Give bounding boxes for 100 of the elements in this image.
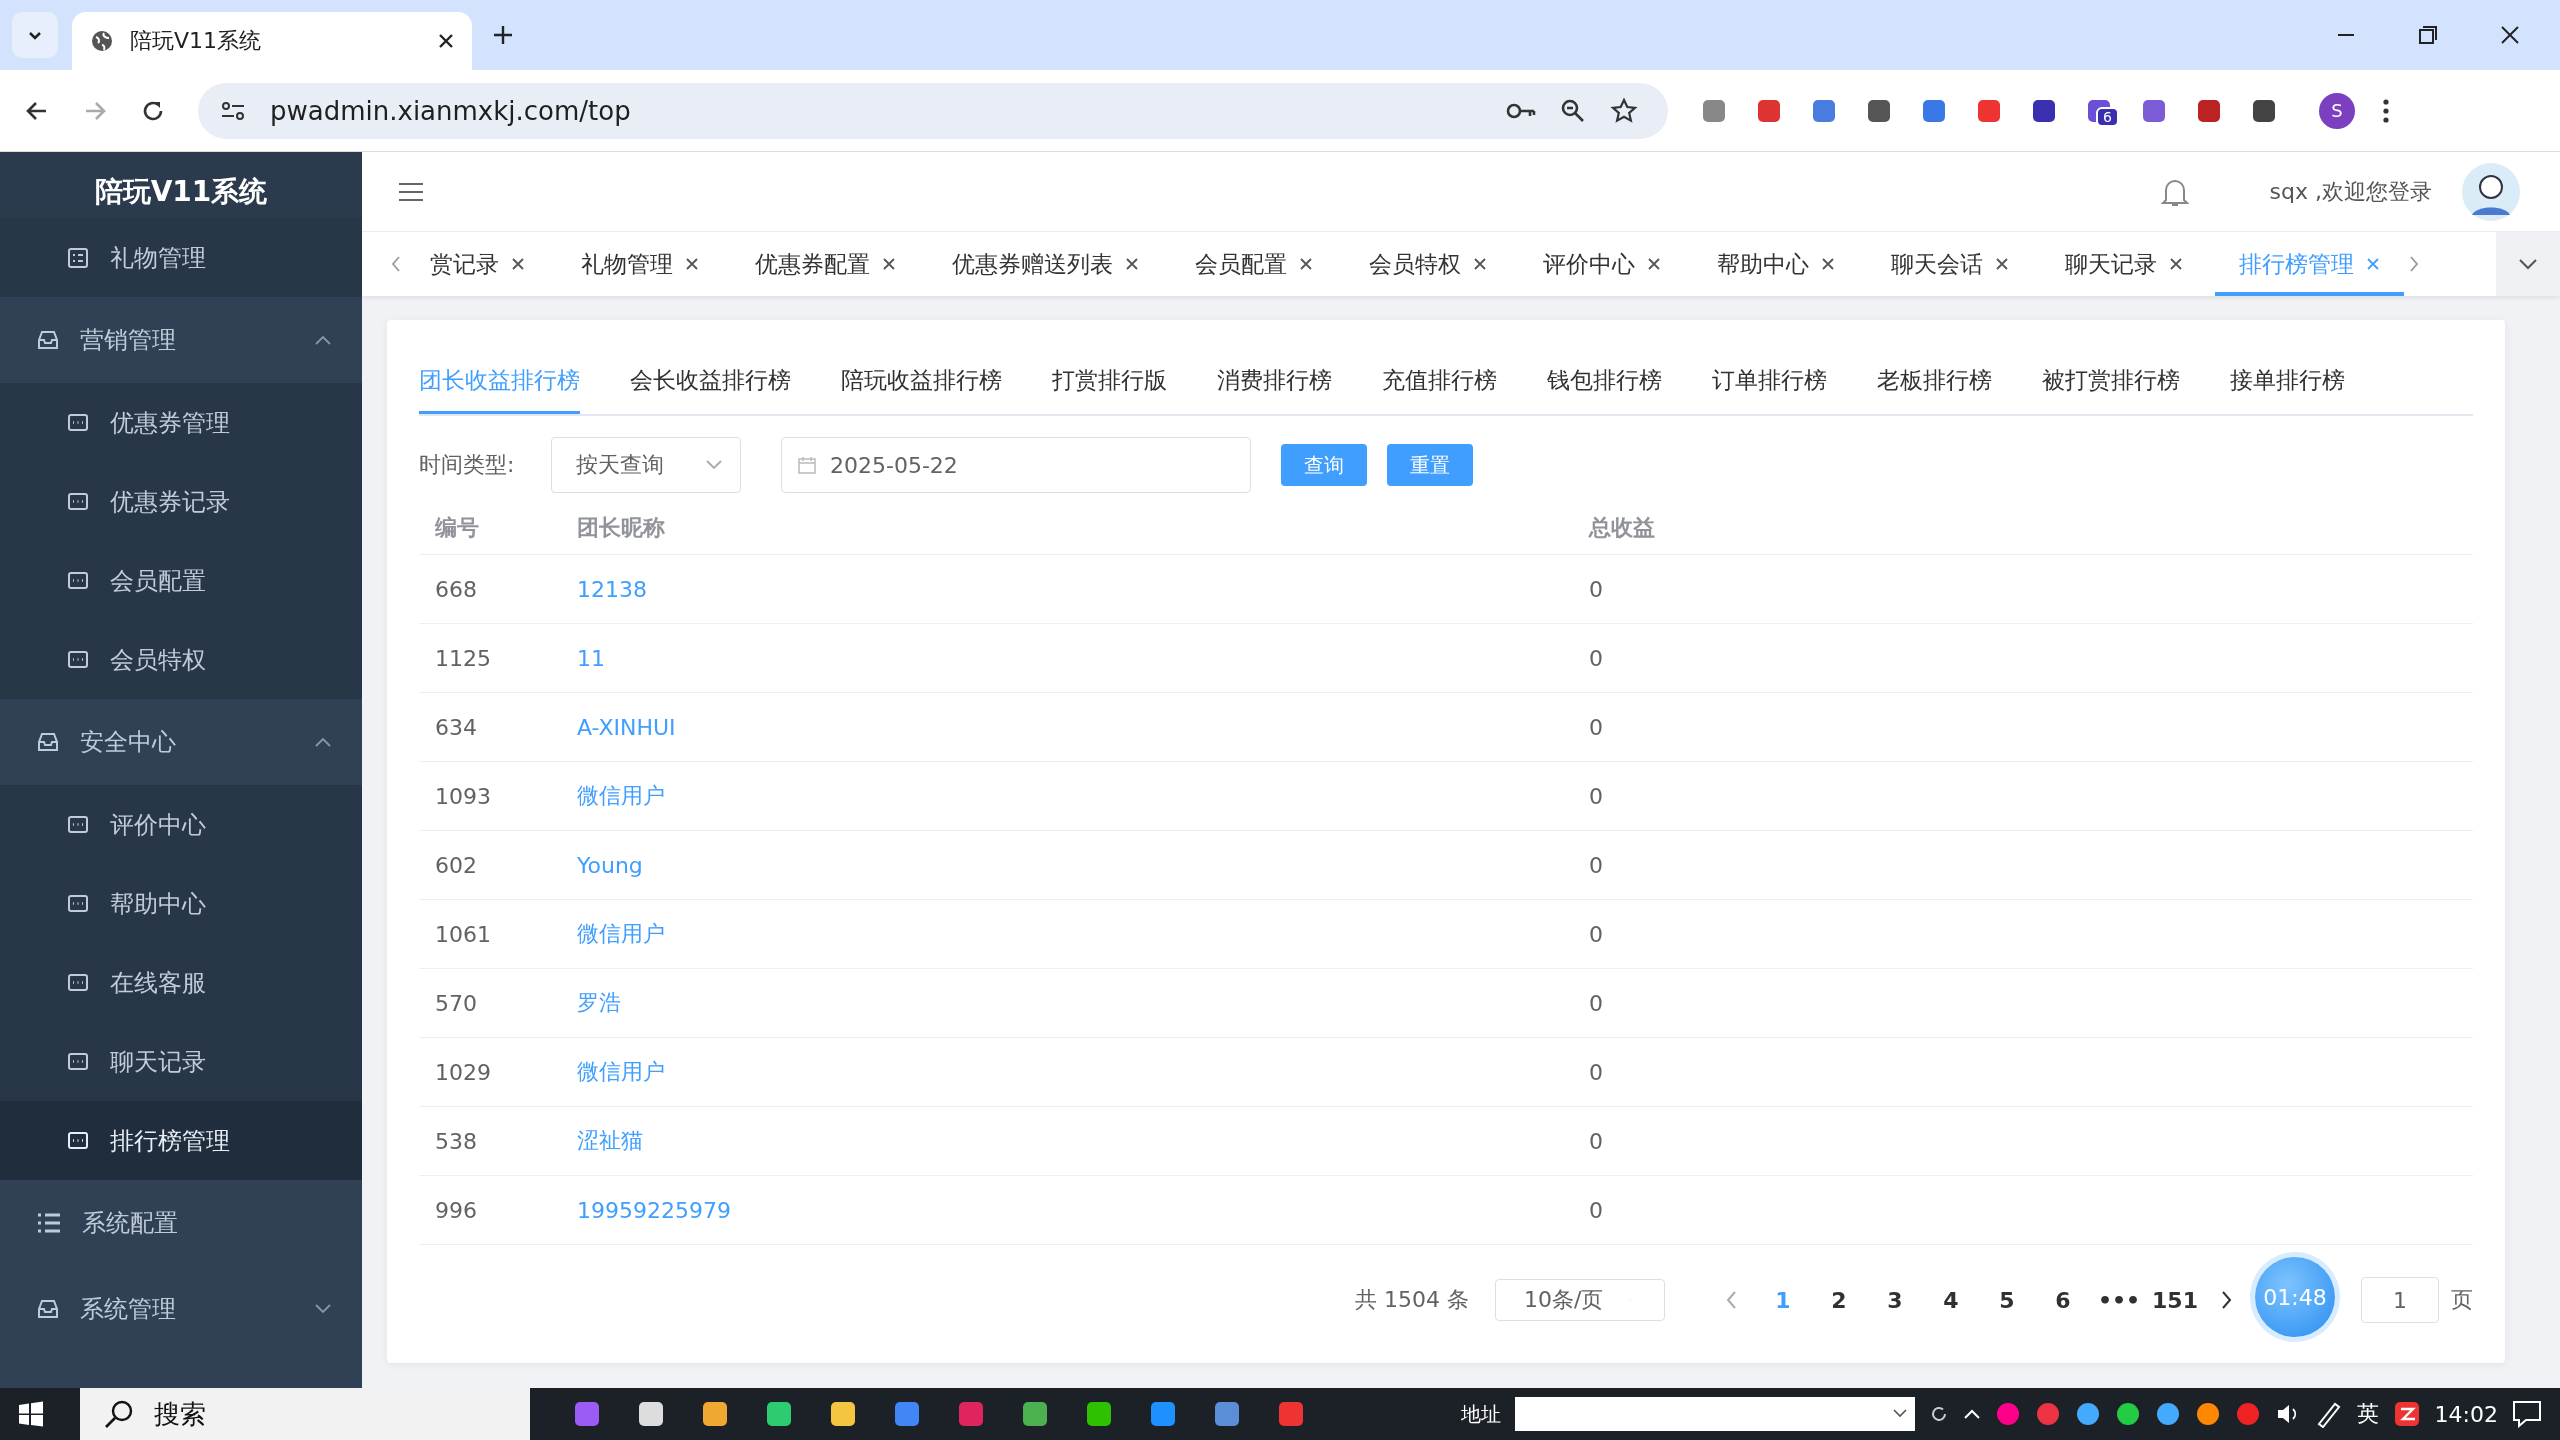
ranking-tab[interactable]: 钱包排行榜 [1547, 350, 1662, 414]
close-icon[interactable] [2169, 257, 2183, 271]
page-tab[interactable]: 会员特权 [1345, 232, 1511, 296]
page-tab[interactable]: 赏记录 [406, 232, 549, 296]
page-number[interactable]: 2 [1811, 1287, 1867, 1313]
ranking-tab[interactable]: 充值排行榜 [1382, 350, 1497, 414]
app-icon[interactable] [828, 1399, 858, 1429]
page-number[interactable]: 5 [1979, 1287, 2035, 1313]
input-method-icon[interactable] [2392, 1400, 2421, 1428]
page-tab[interactable]: 聊天记录 [2041, 232, 2207, 296]
browser-tab[interactable]: 陪玩V11系统 [72, 12, 472, 70]
avatar-icon[interactable] [2462, 162, 2520, 221]
profile-avatar[interactable]: S [2319, 92, 2355, 129]
chevron-down-icon [1892, 1409, 1907, 1419]
input-method-indicator[interactable]: 英 [2356, 1399, 2379, 1429]
close-icon[interactable] [2500, 25, 2520, 45]
sidebar-item[interactable]: 优惠券管理 [0, 383, 362, 462]
ranking-tab[interactable]: 订单排行榜 [1712, 350, 1827, 414]
sidebar-item[interactable]: 会员配置 [0, 541, 362, 620]
ranking-tab[interactable]: 陪玩收益排行榜 [841, 350, 1002, 414]
close-icon[interactable] [882, 257, 896, 271]
tray-icon[interactable] [2194, 1401, 2221, 1427]
list-icon [66, 245, 90, 270]
page-number[interactable]: ••• [2091, 1287, 2147, 1313]
close-icon[interactable] [685, 257, 699, 271]
tray-icon[interactable] [2154, 1401, 2181, 1427]
table-cell: 0 [1573, 1106, 2473, 1176]
close-icon[interactable] [1821, 257, 1835, 271]
new-tab-icon[interactable] [492, 24, 514, 46]
page-number[interactable]: 6 [2035, 1287, 2091, 1313]
close-icon[interactable] [511, 257, 525, 271]
page-number[interactable]: 151 [2147, 1287, 2203, 1313]
page-jump-field[interactable]: 1 [2361, 1277, 2439, 1323]
zoom-icon[interactable] [1560, 97, 1586, 124]
close-icon[interactable] [1647, 257, 1661, 271]
tray-icon[interactable] [2074, 1401, 2101, 1427]
page-tab[interactable]: 评价中心 [1519, 232, 1685, 296]
chevron-left-icon[interactable] [390, 255, 402, 273]
page-tab[interactable]: 会员配置 [1171, 232, 1337, 296]
tray-icon[interactable] [2234, 1401, 2261, 1427]
sidebar-item[interactable]: 帮助中心 [0, 864, 362, 943]
app-icon[interactable] [1212, 1399, 1242, 1429]
table-cell: 668 [419, 554, 561, 624]
sidebar-item[interactable]: 礼物管理 [0, 218, 362, 297]
app-icon[interactable] [1084, 1399, 1114, 1429]
sidebar-item[interactable]: 评价中心 [0, 785, 362, 864]
page-number[interactable]: 4 [1923, 1287, 1979, 1313]
chevron-down-icon [2518, 258, 2538, 270]
sidebar-item[interactable]: 排行榜管理 [0, 1101, 362, 1180]
menu-icon[interactable] [2382, 97, 2390, 124]
page-tab[interactable]: 聊天会话 [1867, 232, 2033, 296]
notification-icon[interactable] [2512, 1400, 2542, 1428]
chevron-right-icon[interactable] [2408, 255, 2420, 273]
app-icon[interactable] [1148, 1399, 1178, 1429]
chevron-icon [314, 1303, 332, 1315]
ranking-tab[interactable]: 会长收益排行榜 [630, 350, 791, 414]
table-cell: 0 [1573, 623, 2473, 693]
page-tab[interactable]: 礼物管理 [557, 232, 723, 296]
restore-icon[interactable] [2418, 25, 2438, 45]
close-icon[interactable] [1995, 257, 2009, 271]
close-icon[interactable] [1473, 257, 1487, 271]
app-icon[interactable] [700, 1399, 730, 1429]
ranking-tab[interactable]: 老板排行榜 [1877, 350, 1992, 414]
app-icon[interactable] [1020, 1399, 1050, 1429]
date-field[interactable]: 2025-05-22 [781, 437, 1251, 493]
page-tab[interactable]: 优惠券配置 [731, 232, 920, 296]
star-icon[interactable] [1610, 96, 1638, 125]
ranking-tab[interactable]: 接单排行榜 [2230, 350, 2345, 414]
chevron-down-icon [706, 460, 722, 470]
ranking-tab[interactable]: 打赏排行版 [1052, 350, 1167, 414]
page-number[interactable]: 3 [1867, 1287, 1923, 1313]
page-size-select[interactable]: 10条/页 [1495, 1279, 1665, 1321]
page-tab[interactable]: 优惠券赠送列表 [928, 232, 1163, 296]
taskbar-search-field[interactable]: 搜索 [80, 1388, 530, 1440]
close-icon[interactable] [1299, 257, 1313, 271]
app-icon[interactable] [636, 1399, 666, 1429]
ranking-tab[interactable]: 被打赏排行榜 [2042, 350, 2180, 414]
close-icon[interactable] [438, 33, 454, 49]
table-cell: 1061 [419, 899, 561, 969]
close-icon[interactable] [1125, 257, 1139, 271]
taskbar-address-field[interactable] [1514, 1397, 1915, 1431]
tray-icon[interactable] [2114, 1401, 2141, 1427]
page-tab[interactable]: 帮助中心 [1693, 232, 1859, 296]
table-cell: 0 [1573, 830, 2473, 900]
list-icon [36, 1212, 62, 1234]
time-type-select[interactable]: 按天查询 [551, 437, 741, 493]
tray-icon[interactable] [1994, 1401, 2021, 1427]
app-icon[interactable] [764, 1399, 794, 1429]
sidebar-item[interactable]: 会员特权 [0, 620, 362, 699]
menu-icon[interactable] [398, 181, 424, 202]
search-icon [104, 1399, 134, 1429]
ranking-tab[interactable]: 消费排行榜 [1217, 350, 1332, 414]
chevron-up-icon[interactable] [1962, 1408, 1981, 1420]
tray-icon[interactable] [2034, 1401, 2061, 1427]
sidebar-item[interactable]: 聊天记录 [0, 1022, 362, 1101]
windows-start-icon[interactable] [18, 1401, 44, 1427]
sidebar-item[interactable]: 优惠券记录 [0, 462, 362, 541]
next-page-icon[interactable] [2221, 1290, 2233, 1310]
sidebar-item[interactable]: 在线客服 [0, 943, 362, 1022]
address-bar[interactable]: pwadmin.xianmxkj.com/top [198, 82, 1668, 139]
